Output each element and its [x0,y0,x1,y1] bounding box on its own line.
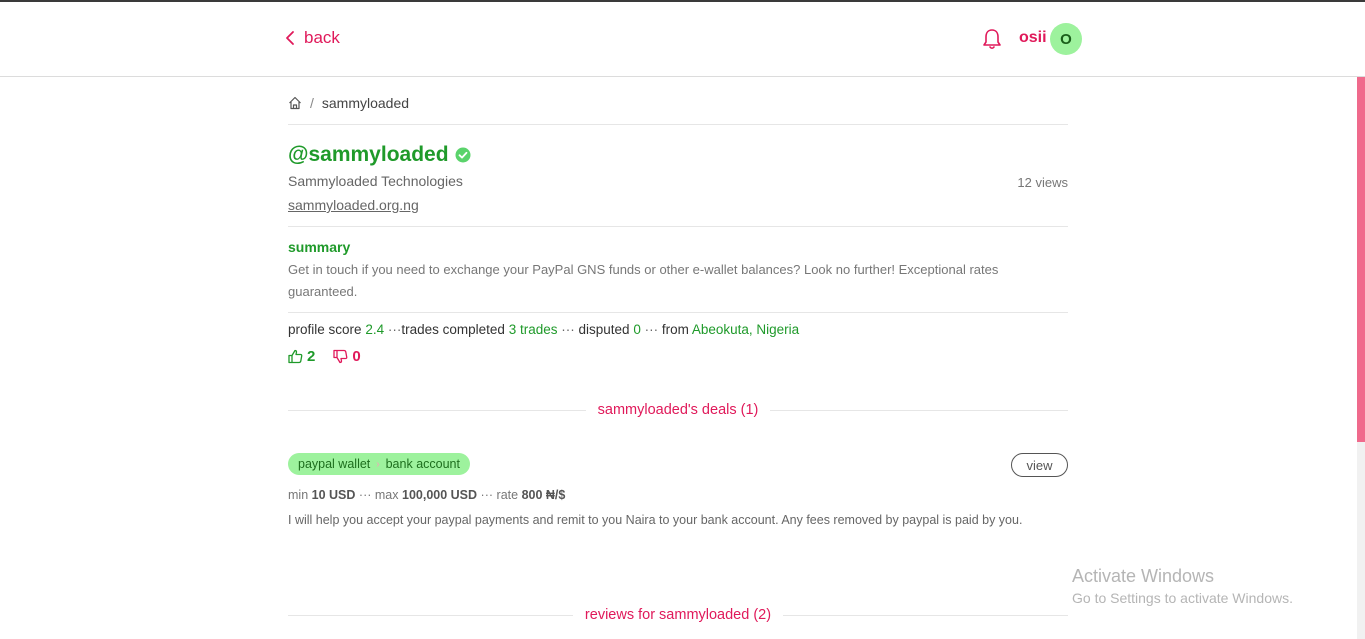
upvote-button[interactable]: 2 [288,348,315,365]
deals-section-label: sammyloaded's deals (1) [585,402,771,418]
top-header: back osii O [0,2,1365,77]
downvote-button[interactable]: 0 [333,348,361,365]
user-name[interactable]: osii [1019,29,1047,47]
deal-route-tag: paypal wallet › bank account [288,453,470,475]
arrow-right-icon: › [376,458,380,470]
profile-stats: profile score 2.4 ···trades completed 3 … [288,322,799,337]
stats-separator: ··· [387,322,402,337]
breadcrumb: / sammyloaded [288,95,409,111]
from-value: Abeokuta, Nigeria [691,322,800,337]
rate-label: rate [496,488,519,502]
thumbs-up-icon [288,349,303,364]
trades-value: 3 trades [508,322,558,337]
deal-meta: min 10 USD ··· max 100,000 USD ··· rate … [288,488,565,502]
bell-icon[interactable] [982,28,1002,50]
rate-value: 800 ₦/$ [521,488,566,502]
deals-section-title: sammyloaded's deals (1) [288,401,1068,419]
max-label: max [374,488,399,502]
deal-to: bank account [385,457,460,471]
upvote-count: 2 [307,348,316,365]
from-label: from [661,322,689,337]
chevron-left-icon [286,31,294,45]
stats-separator: ··· [644,322,659,337]
reviews-section-title: reviews for sammyloaded (2) [288,606,1068,624]
view-deal-button[interactable]: view [1011,453,1068,477]
views-count: 12 views [1017,175,1068,190]
votes: 2 0 [288,348,361,365]
profile-username: @sammyloaded [288,143,471,167]
score-label: profile score [288,322,362,337]
home-icon[interactable] [288,96,302,110]
divider [288,226,1068,227]
downvote-count: 0 [352,348,361,365]
meta-separator: ··· [480,488,494,502]
watermark-title: Activate Windows [1072,566,1215,586]
website-link[interactable]: sammyloaded.org.ng [288,197,419,213]
avatar[interactable]: O [1050,23,1082,55]
breadcrumb-separator: / [310,95,314,111]
thumbs-down-icon [333,349,348,364]
breadcrumb-current: sammyloaded [321,95,410,111]
summary-title: summary [288,239,351,255]
username-text: @sammyloaded [288,143,449,166]
stats-separator: ··· [561,322,575,337]
reviews-section-label: reviews for sammyloaded (2) [572,607,784,623]
back-button[interactable]: back [284,28,340,48]
deal-description: I will help you accept your paypal payme… [288,513,1023,527]
divider [288,312,1068,313]
divider [288,124,1068,125]
company-name: Sammyloaded Technologies [288,173,463,189]
deal-from: paypal wallet [298,457,371,471]
watermark-subtitle: Go to Settings to activate Windows. [1072,590,1293,606]
back-label: back [304,28,340,47]
meta-separator: ··· [358,488,372,502]
score-value: 2.4 [365,322,385,337]
trades-label: trades completed [401,322,505,337]
scrollbar-thumb[interactable] [1357,77,1365,442]
verified-check-icon [455,147,471,163]
min-label: min [288,488,309,502]
activate-windows-watermark: Activate Windows Go to Settings to activ… [1072,566,1293,606]
min-value: 10 USD [311,488,356,502]
disputed-value: 0 [633,322,641,337]
summary-text: Get in touch if you need to exchange you… [288,262,999,299]
disputed-label: disputed [578,322,630,337]
max-value: 100,000 USD [402,488,478,502]
